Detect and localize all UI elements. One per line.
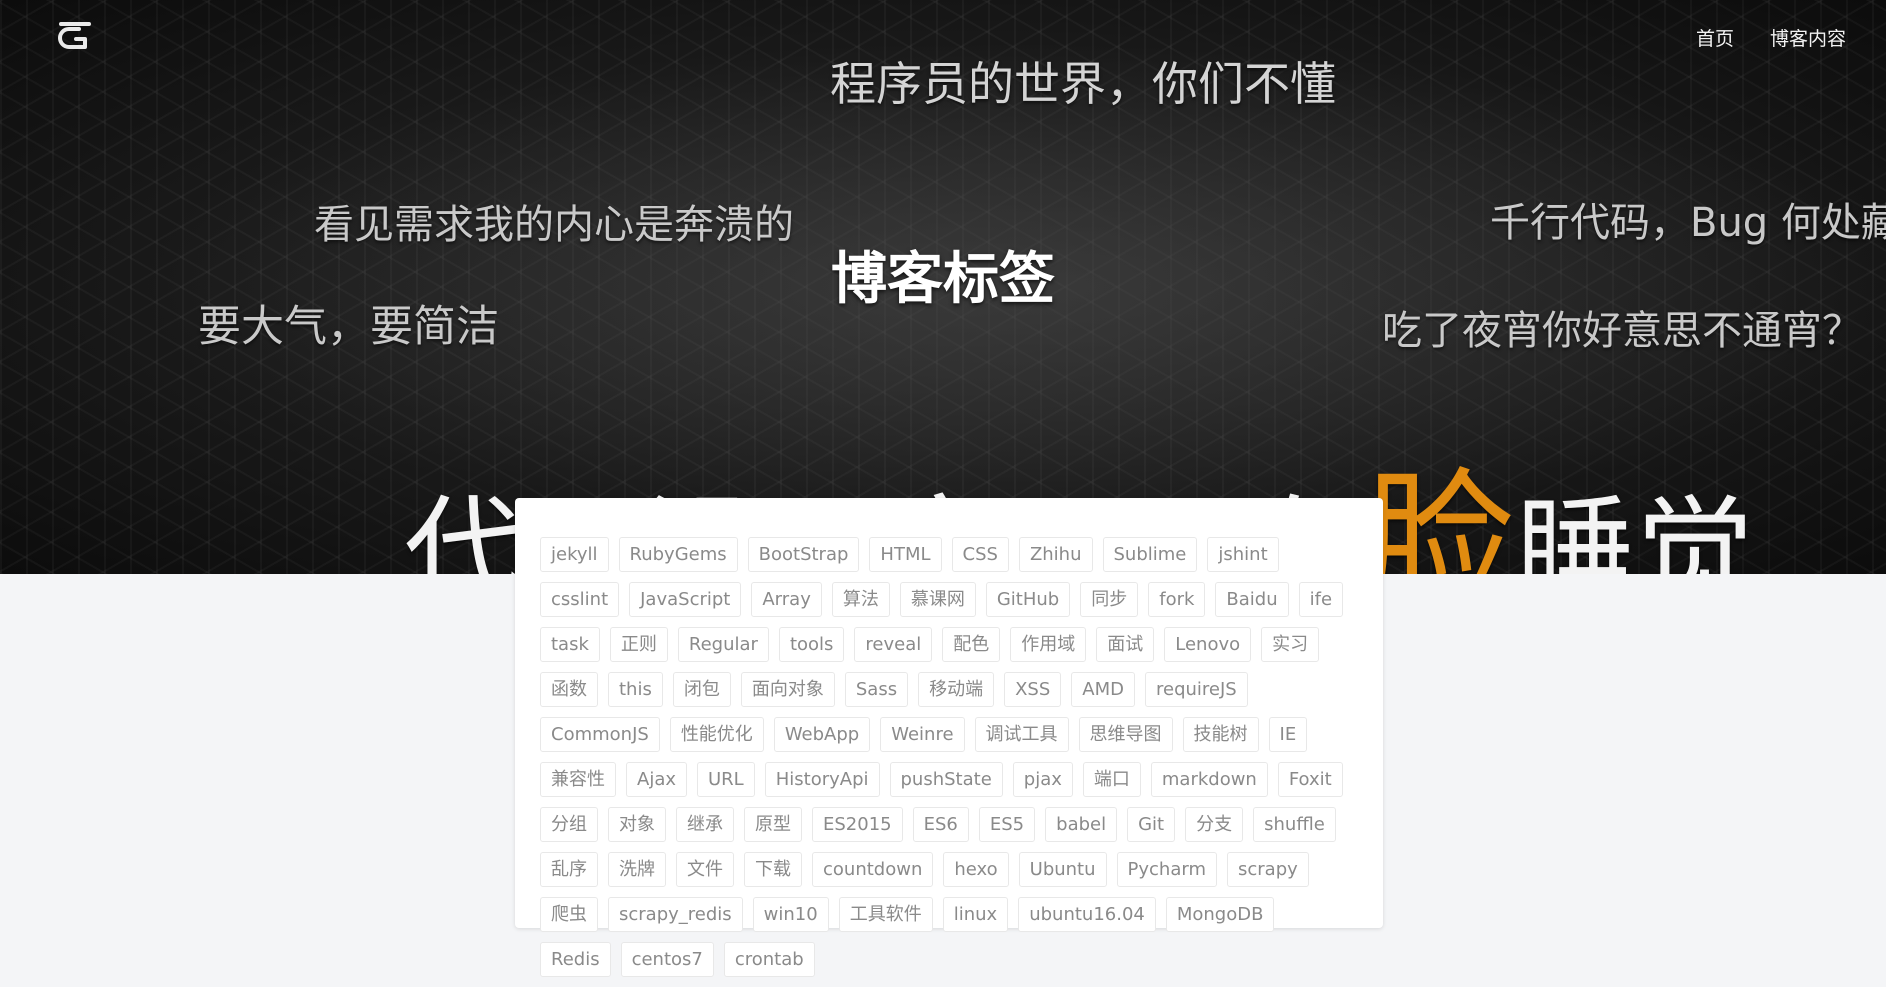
tag-item[interactable]: AMD	[1071, 672, 1135, 707]
tag-item[interactable]: 乱序	[540, 852, 598, 887]
tag-item[interactable]: hexo	[943, 852, 1009, 887]
tag-item[interactable]: 性能优化	[669, 717, 764, 752]
tag-item[interactable]: 实习	[1261, 627, 1320, 662]
tag-item[interactable]: 兼容性	[540, 762, 616, 797]
tag-item[interactable]: task	[540, 627, 600, 662]
tag-item[interactable]: Zhihu	[1018, 537, 1093, 572]
tag-item[interactable]: win10	[752, 897, 829, 932]
tag-item[interactable]: Ajax	[626, 762, 687, 797]
tag-item[interactable]: Baidu	[1215, 582, 1289, 617]
tag-item[interactable]: fork	[1148, 582, 1206, 617]
tag-item[interactable]: XSS	[1004, 672, 1062, 707]
tag-item[interactable]: Redis	[540, 942, 611, 977]
tag-item[interactable]: ES6	[912, 807, 969, 842]
tag-item[interactable]: centos7	[620, 942, 714, 977]
tag-item[interactable]: Git	[1127, 807, 1176, 842]
tag-item[interactable]: 下载	[744, 852, 802, 887]
tag-item[interactable]: Pycharm	[1116, 852, 1217, 887]
tag-item[interactable]: countdown	[812, 852, 934, 887]
site-logo-icon[interactable]	[55, 18, 95, 54]
tag-item[interactable]: JavaScript	[629, 582, 742, 617]
tag-item[interactable]: 端口	[1082, 762, 1141, 797]
tag-item[interactable]: 闭包	[672, 672, 731, 707]
tag-item[interactable]: jekyll	[540, 537, 609, 572]
tag-item[interactable]: babel	[1045, 807, 1118, 842]
page-title: 博客标签	[831, 247, 1055, 312]
tag-item[interactable]: tools	[778, 627, 845, 662]
slogan-big-accent: 脸	[1364, 455, 1517, 574]
tag-item[interactable]: requireJS	[1144, 672, 1248, 707]
tag-item[interactable]: 文件	[676, 852, 734, 887]
tag-item[interactable]: 工具软件	[838, 897, 933, 932]
tag-item[interactable]: 洗牌	[608, 852, 666, 887]
tag-item[interactable]: ES5	[978, 807, 1036, 842]
tag-item[interactable]: 原型	[744, 807, 802, 842]
tag-item[interactable]: 技能树	[1182, 717, 1259, 752]
top-nav: 首页 博客内容	[1696, 24, 1846, 51]
tag-item[interactable]: 正则	[609, 627, 668, 662]
tag-item[interactable]: ife	[1298, 582, 1344, 617]
tag-item[interactable]: Weinre	[880, 717, 965, 752]
tag-item[interactable]: HTML	[869, 537, 942, 572]
tag-item[interactable]: 思维导图	[1078, 717, 1173, 752]
tag-item[interactable]: 移动端	[918, 672, 995, 707]
tag-item[interactable]: csslint	[540, 582, 620, 617]
tag-item[interactable]: CSS	[951, 537, 1009, 572]
nav-home-link[interactable]: 首页	[1696, 24, 1734, 51]
tag-item[interactable]: 调试工具	[974, 717, 1069, 752]
tag-item[interactable]: Array	[751, 582, 822, 617]
tag-item[interactable]: 慕课网	[899, 582, 976, 617]
tag-item[interactable]: scrapy	[1227, 852, 1309, 887]
tag-item[interactable]: 算法	[831, 582, 890, 617]
tag-item[interactable]: markdown	[1150, 762, 1268, 797]
tag-item[interactable]: Ubuntu	[1018, 852, 1107, 887]
tag-item[interactable]: 分支	[1185, 807, 1244, 842]
tag-item[interactable]: 对象	[608, 807, 666, 842]
tag-item[interactable]: 作用域	[1010, 627, 1087, 662]
tag-item[interactable]: Foxit	[1277, 762, 1343, 797]
tag-item[interactable]: GitHub	[985, 582, 1071, 617]
tag-item[interactable]: ubuntu16.04	[1018, 897, 1156, 932]
tag-item[interactable]: 分组	[540, 807, 598, 842]
tag-item[interactable]: Lenovo	[1164, 627, 1252, 662]
tag-item[interactable]: linux	[942, 897, 1009, 932]
hero-banner: 首页 博客内容 程序员的世界，你们不懂 看见需求我的内心是奔溃的 千行代码，Bu…	[0, 0, 1886, 574]
tag-item[interactable]: CommonJS	[540, 717, 660, 752]
tag-item[interactable]: 面试	[1096, 627, 1155, 662]
tag-item[interactable]: this	[608, 672, 663, 707]
tag-item[interactable]: Sublime	[1102, 537, 1198, 572]
tag-item[interactable]: BootStrap	[747, 537, 860, 572]
tag-item[interactable]: Regular	[677, 627, 769, 662]
slogan-top: 程序员的世界，你们不懂	[830, 57, 1336, 111]
slogan-big-post: 睡觉	[1516, 483, 1757, 574]
tag-item[interactable]: Sass	[844, 672, 909, 707]
tag-item[interactable]: IE	[1268, 717, 1308, 752]
nav-blog-link[interactable]: 博客内容	[1770, 24, 1846, 51]
tag-list: jekyll RubyGems BootStrap HTML CSS Zhihu Subli…	[540, 537, 1361, 987]
tag-item[interactable]: 爬虫	[540, 897, 598, 932]
tag-item[interactable]: jshint	[1207, 537, 1279, 572]
tag-item[interactable]: 面向对象	[740, 672, 835, 707]
tag-item[interactable]: 继承	[676, 807, 734, 842]
tag-item[interactable]: scrapy_redis	[608, 897, 743, 932]
tag-item[interactable]: reveal	[854, 627, 933, 662]
tag-item[interactable]: RubyGems	[618, 537, 738, 572]
tag-item[interactable]: ES2015	[812, 807, 903, 842]
tag-cloud-card: jekyll RubyGems BootStrap HTML CSS Zhihu Subli…	[515, 498, 1383, 977]
tag-item[interactable]: shuffle	[1253, 807, 1336, 842]
tag-item[interactable]: 函数	[540, 672, 598, 707]
tag-item[interactable]: crontab	[723, 942, 815, 977]
tag-item[interactable]: MongoDB	[1165, 897, 1275, 932]
tag-item[interactable]: HistoryApi	[764, 762, 880, 797]
tag-item[interactable]: 同步	[1080, 582, 1139, 617]
tag-item[interactable]: URL	[697, 762, 755, 797]
tag-item[interactable]: 配色	[942, 627, 1001, 662]
tag-item[interactable]: WebApp	[773, 717, 871, 752]
tag-item[interactable]: pushState	[889, 762, 1003, 797]
tag-item[interactable]: pjax	[1012, 762, 1073, 797]
